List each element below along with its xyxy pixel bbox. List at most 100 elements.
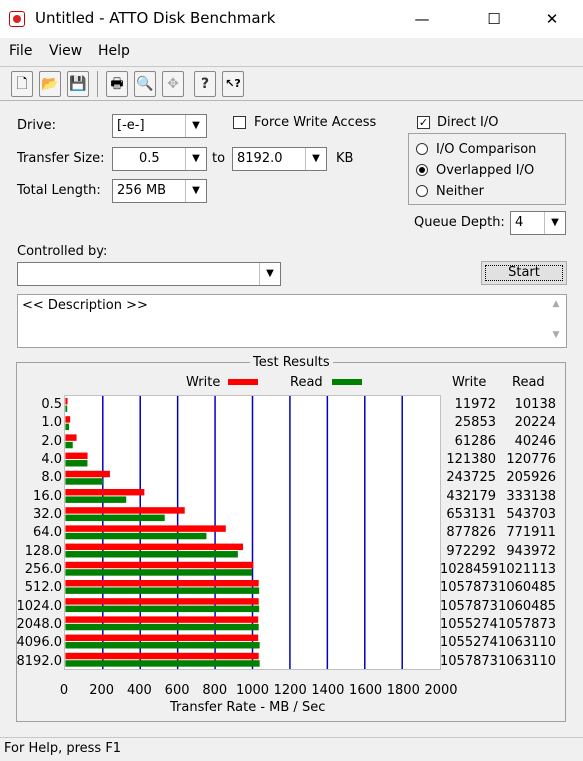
test-results-title: Test Results [250, 355, 333, 370]
read-bar [65, 532, 207, 540]
write-bar [65, 652, 259, 660]
total-length-label: Total Length: [17, 183, 101, 198]
y-tick-label: 1.0 [41, 415, 62, 431]
io-comparison-radio[interactable] [416, 143, 428, 155]
write-value-label: 1057873 [440, 598, 498, 614]
status-bar: For Help, press F1 [0, 737, 583, 761]
y-tick-label: 2048.0 [16, 617, 63, 632]
results-chart [64, 395, 441, 670]
write-bar [65, 525, 226, 532]
write-value-label: 1057873 [440, 653, 498, 669]
x-tick-label: 2000 [424, 683, 458, 698]
y-tick-label: 16.0 [33, 488, 62, 504]
io-comparison-label: I/O Comparison [436, 142, 537, 157]
drive-select[interactable]: [-e-] ▼ [112, 114, 207, 138]
write-legend-label: Write [186, 375, 221, 390]
minimize-button[interactable]: — [399, 0, 445, 38]
read-legend-label: Read [290, 375, 323, 390]
chevron-down-icon: ▼ [259, 263, 280, 285]
read-value-label: 771911 [506, 525, 556, 541]
chevron-down-icon: ▼ [544, 212, 565, 234]
x-tick-label: 1400 [311, 683, 345, 698]
read-bar [65, 660, 260, 667]
write-value-label: 877826 [446, 525, 496, 541]
read-value-label: 20224 [514, 415, 556, 431]
x-axis-label: Transfer Rate - MB / Sec [170, 700, 326, 715]
read-value-label: 1063110 [498, 635, 556, 651]
new-icon[interactable]: 🗋 [11, 71, 33, 97]
write-value-label: 1057873 [440, 580, 498, 596]
chevron-down-icon: ▼ [185, 180, 206, 202]
x-tick-label: 1600 [349, 683, 383, 698]
read-bar [65, 605, 260, 613]
toolbar-separator [0, 66, 583, 67]
write-value-label: 121380 [446, 452, 496, 467]
read-value-label: 40246 [514, 433, 556, 449]
queue-depth-label: Queue Depth: [414, 215, 505, 230]
read-value-label: 1063110 [498, 653, 556, 669]
start-button[interactable]: Start [481, 261, 567, 285]
write-column-header: Write [452, 375, 487, 390]
write-value-label: 25853 [454, 415, 496, 431]
x-tick-label: 600 [164, 683, 190, 698]
toolbar-bottom-border [0, 100, 583, 101]
write-value-label: 11972 [454, 397, 496, 412]
save-icon[interactable]: 💾 [67, 71, 89, 97]
close-button[interactable]: ✕ [529, 0, 575, 38]
x-tick-label: 1000 [235, 683, 270, 698]
window-title: Untitled - ATTO Disk Benchmark [35, 9, 276, 27]
write-value-label: 61286 [454, 433, 496, 449]
read-value-label: 10138 [514, 397, 556, 412]
x-tick-label: 1200 [273, 683, 307, 698]
controlled-by-select[interactable]: ▼ [17, 262, 281, 286]
to-label: to [212, 151, 226, 166]
y-tick-label: 0.5 [41, 397, 62, 412]
move-icon[interactable]: ✥ [162, 71, 184, 97]
read-bar [65, 642, 260, 649]
transfer-to-value: 8192.0 [237, 151, 283, 166]
force-write-checkbox[interactable] [233, 116, 246, 129]
scroll-up-icon[interactable]: ▲ [549, 299, 563, 309]
y-tick-label: 8192.0 [16, 653, 63, 669]
menu-view[interactable]: View [49, 43, 82, 59]
menu-file[interactable]: File [9, 43, 32, 59]
context-help-icon[interactable]: ↖? [222, 71, 244, 97]
menu-help[interactable]: Help [98, 43, 130, 59]
y-tick-label: 4096.0 [16, 635, 63, 651]
transfer-from-select[interactable]: 0.5 ▼ [112, 147, 207, 171]
write-legend-swatch [228, 379, 258, 385]
y-tick-label: 8.0 [41, 470, 62, 486]
overlapped-io-label: Overlapped I/O [436, 163, 535, 178]
read-bar [65, 441, 73, 449]
y-tick-label: 64.0 [33, 525, 62, 541]
read-bar [65, 587, 260, 594]
help-icon[interactable]: ? [194, 71, 216, 97]
print-icon[interactable]: 🖶 [106, 71, 128, 97]
scroll-down-icon[interactable]: ▼ [549, 330, 563, 340]
menu-bar [0, 38, 583, 64]
total-length-select[interactable]: 256 MB ▼ [112, 179, 207, 203]
write-bar [65, 434, 77, 441]
neither-label: Neither [436, 184, 485, 199]
write-bar [65, 543, 244, 551]
read-bar [65, 514, 165, 522]
read-bar [65, 423, 70, 431]
queue-depth-value: 4 [515, 215, 524, 230]
queue-depth-select[interactable]: 4 ▼ [510, 211, 566, 235]
y-tick-label: 1024.0 [16, 598, 63, 614]
transfer-to-select[interactable]: 8192.0 ▼ [232, 147, 327, 171]
read-bar [65, 551, 238, 558]
x-tick-label: 1800 [386, 683, 420, 698]
open-icon[interactable]: 📂 [39, 71, 61, 97]
read-value-label: 333138 [506, 488, 556, 504]
write-bar [65, 488, 145, 496]
neither-radio[interactable] [416, 185, 428, 197]
print-preview-icon[interactable]: 🔍 [134, 71, 156, 97]
transfer-size-label: Transfer Size: [17, 151, 105, 166]
read-bar [65, 569, 252, 576]
x-tick-label: 0 [59, 683, 69, 698]
maximize-button[interactable]: ☐ [471, 0, 517, 38]
direct-io-checkbox[interactable]: ✓ [417, 116, 430, 129]
description-textarea[interactable]: << Description >> [17, 294, 567, 348]
overlapped-io-radio[interactable] [416, 164, 428, 176]
